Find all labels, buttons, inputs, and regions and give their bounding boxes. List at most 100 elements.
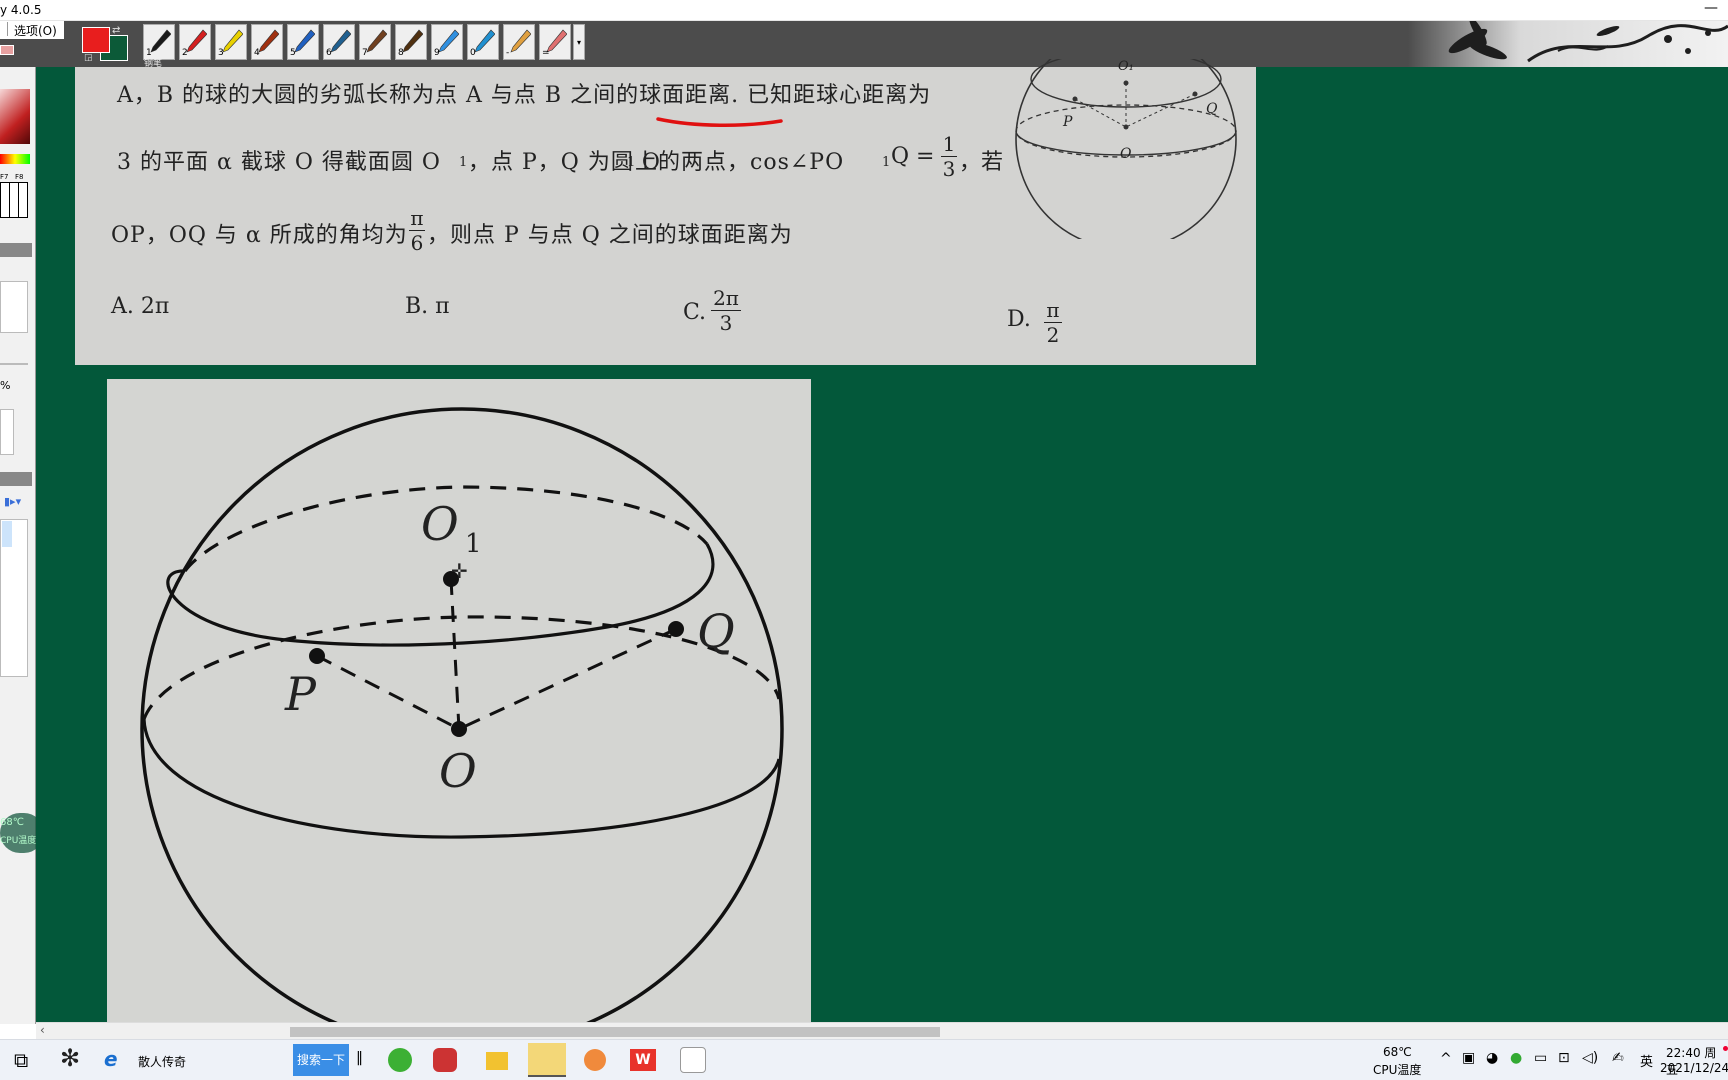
tool-button-3[interactable]: 3 <box>215 24 247 60</box>
toolbar: 选项(O) ⇄ ◲ 1 2 3 4 5 6 7 8 9 0- = 钢笔 ▾ <box>0 17 1728 69</box>
subscript-1: 1 <box>459 155 468 170</box>
tool-button-11[interactable]: - <box>503 24 535 60</box>
file-explorer-icon[interactable] <box>486 1052 508 1070</box>
small-fig-label-q: Q <box>1206 101 1218 117</box>
problem-line-1: A，B 的球的大圆的劣弧长称为点 A 与点 B 之间的球面距离. 已知距球心距离… <box>117 83 932 108</box>
water-drop-icon <box>474 29 495 53</box>
search-button-label: 搜索一下 <box>296 1053 345 1067</box>
option-b: B. π <box>405 294 450 319</box>
tray-network-icon[interactable]: ⊡ <box>1558 1050 1570 1066</box>
fountain-pen-icon <box>330 29 351 53</box>
panel-header-bar <box>0 472 32 486</box>
tray-volume-icon[interactable]: ◁) <box>1582 1050 1598 1066</box>
app-360-icon[interactable] <box>388 1048 412 1072</box>
figure-label-o1: O <box>421 497 459 551</box>
tool-button-10[interactable]: 0 <box>467 24 499 60</box>
decorative-banner <box>1408 17 1728 67</box>
problem-line-2d: Q = <box>891 144 935 169</box>
figure-label-o: O <box>439 744 477 798</box>
list-box[interactable] <box>0 519 28 677</box>
option-d-fraction: π 2 <box>1044 299 1062 346</box>
tool-number: - <box>506 48 510 58</box>
tray-monitor-icon[interactable]: ▣ <box>1462 1050 1475 1066</box>
camera-icon[interactable] <box>0 45 14 55</box>
tray-qq-icon[interactable]: ◕ <box>1486 1050 1498 1066</box>
active-app-icon[interactable] <box>528 1043 566 1077</box>
tray-cpu-label: CPU温度 <box>1373 1063 1422 1077</box>
hue-slider[interactable] <box>0 154 30 164</box>
task-view-icon[interactable]: ⧉ <box>14 1048 28 1080</box>
tray-green-icon[interactable]: ● <box>1510 1050 1522 1066</box>
separator: ‖ <box>356 1050 363 1066</box>
app-pentagon-icon[interactable] <box>680 1047 706 1073</box>
tool-button-7[interactable]: 7 <box>359 24 391 60</box>
search-text[interactable]: 散人传奇 <box>138 1053 186 1070</box>
tray-date[interactable]: 2021/12/24 <box>1660 1061 1728 1075</box>
pen-icon <box>150 29 171 53</box>
floral-decoration-icon <box>1448 17 1728 63</box>
app-flower-icon[interactable] <box>433 1048 457 1072</box>
percent-label: % <box>0 379 11 392</box>
tool-number: 7 <box>362 48 368 58</box>
tray-ime-indicator[interactable]: 英 <box>1640 1051 1653 1070</box>
tool-button-1[interactable]: 1 <box>143 24 175 60</box>
text-field[interactable] <box>0 281 28 333</box>
primary-color-swatch[interactable] <box>82 27 110 53</box>
reset-colors-icon[interactable]: ◲ <box>84 53 93 63</box>
swap-colors-icon[interactable]: ⇄ <box>112 25 120 36</box>
problem-screenshot[interactable]: A，B 的球的大圆的劣弧长称为点 A 与点 B 之间的球面距离. 已知距球心距离… <box>75 59 1256 365</box>
option-c-prefix: C. <box>683 300 707 325</box>
horizontal-scrollbar[interactable]: ‹ <box>36 1022 1728 1039</box>
tray-device-icon[interactable]: ▭ <box>1534 1050 1547 1066</box>
value-box[interactable] <box>0 409 14 455</box>
tool-button-12[interactable]: = <box>539 24 571 60</box>
ie-browser-icon[interactable]: e <box>104 1047 118 1079</box>
brush-icon <box>258 29 279 53</box>
minimize-button[interactable]: — <box>1704 0 1718 16</box>
tool-button-8[interactable]: 8 <box>395 24 427 60</box>
tool-number: 6 <box>326 48 332 58</box>
angle-fraction: π 6 <box>409 207 425 254</box>
problem-line-2c: 上的两点，cos∠PO <box>635 150 845 175</box>
tool-number: 3 <box>218 48 224 58</box>
tool-number: 8 <box>398 48 404 58</box>
tool-button-9[interactable]: 9 <box>431 24 463 60</box>
scrollbar-thumb[interactable] <box>290 1027 940 1037</box>
notification-dot <box>1723 1046 1728 1051</box>
palette-label-f8: F8 <box>15 173 24 181</box>
sphere-figure-screenshot[interactable]: O 1 P Q O ✛ <box>107 379 811 1051</box>
tool-button-6[interactable]: 6 <box>323 24 355 60</box>
red-pen-icon <box>186 29 207 53</box>
search-button[interactable]: 搜索一下 <box>293 1044 349 1076</box>
highlighter-icon <box>222 29 243 53</box>
color-gradient-picker[interactable] <box>0 89 30 144</box>
taskbar: ⧉ ✻ e 散人传奇 搜索一下 ‖ W 68℃ CPU温度 ^ ▣ ◕ ● ▭ … <box>0 1039 1728 1080</box>
cos-fraction-num: 1 <box>942 132 956 156</box>
tray-overflow-icon[interactable]: ^ <box>1440 1051 1452 1067</box>
app-orange-icon[interactable] <box>584 1049 606 1071</box>
tool-number: 4 <box>254 48 260 58</box>
arrow-dropdown-icon[interactable]: ▮▸▾ <box>4 495 21 508</box>
app-pinwheel-icon[interactable]: ✻ <box>60 1044 80 1076</box>
side-panel: F7 F8 % ▮▸▾ 68℃ CPU温度 <box>0 67 44 1024</box>
palette-grid[interactable] <box>0 182 28 218</box>
menu-option[interactable]: 选项(O) <box>0 21 64 39</box>
window-title: y 4.0.5 <box>0 3 42 17</box>
figure-label-p: P <box>285 667 316 721</box>
tool-button-2[interactable]: 2 <box>179 24 211 60</box>
cos-fraction-den: 3 <box>942 157 956 181</box>
wps-office-icon[interactable]: W <box>630 1049 656 1071</box>
magic-pen-icon <box>438 29 459 53</box>
option-d-den: 2 <box>1046 323 1060 347</box>
scroll-left-arrow-icon[interactable]: ‹ <box>40 1023 45 1037</box>
ink-brush-icon <box>402 29 423 53</box>
menu-left-marker[interactable] <box>0 22 8 36</box>
tool-button-5[interactable]: 5 <box>287 24 319 60</box>
problem-line-3b: ，则点 P 与点 Q 之间的球面距离为 <box>427 223 793 248</box>
tool-button-4[interactable]: 4 <box>251 24 283 60</box>
problem-line-2e: ，若 <box>959 150 1004 175</box>
tray-pen-icon[interactable]: ✍ <box>1612 1050 1624 1066</box>
palette-label-f7: F7 <box>0 173 9 181</box>
toolbar-dropdown-button[interactable]: ▾ <box>573 24 585 60</box>
figure-label-q: Q <box>697 604 735 658</box>
